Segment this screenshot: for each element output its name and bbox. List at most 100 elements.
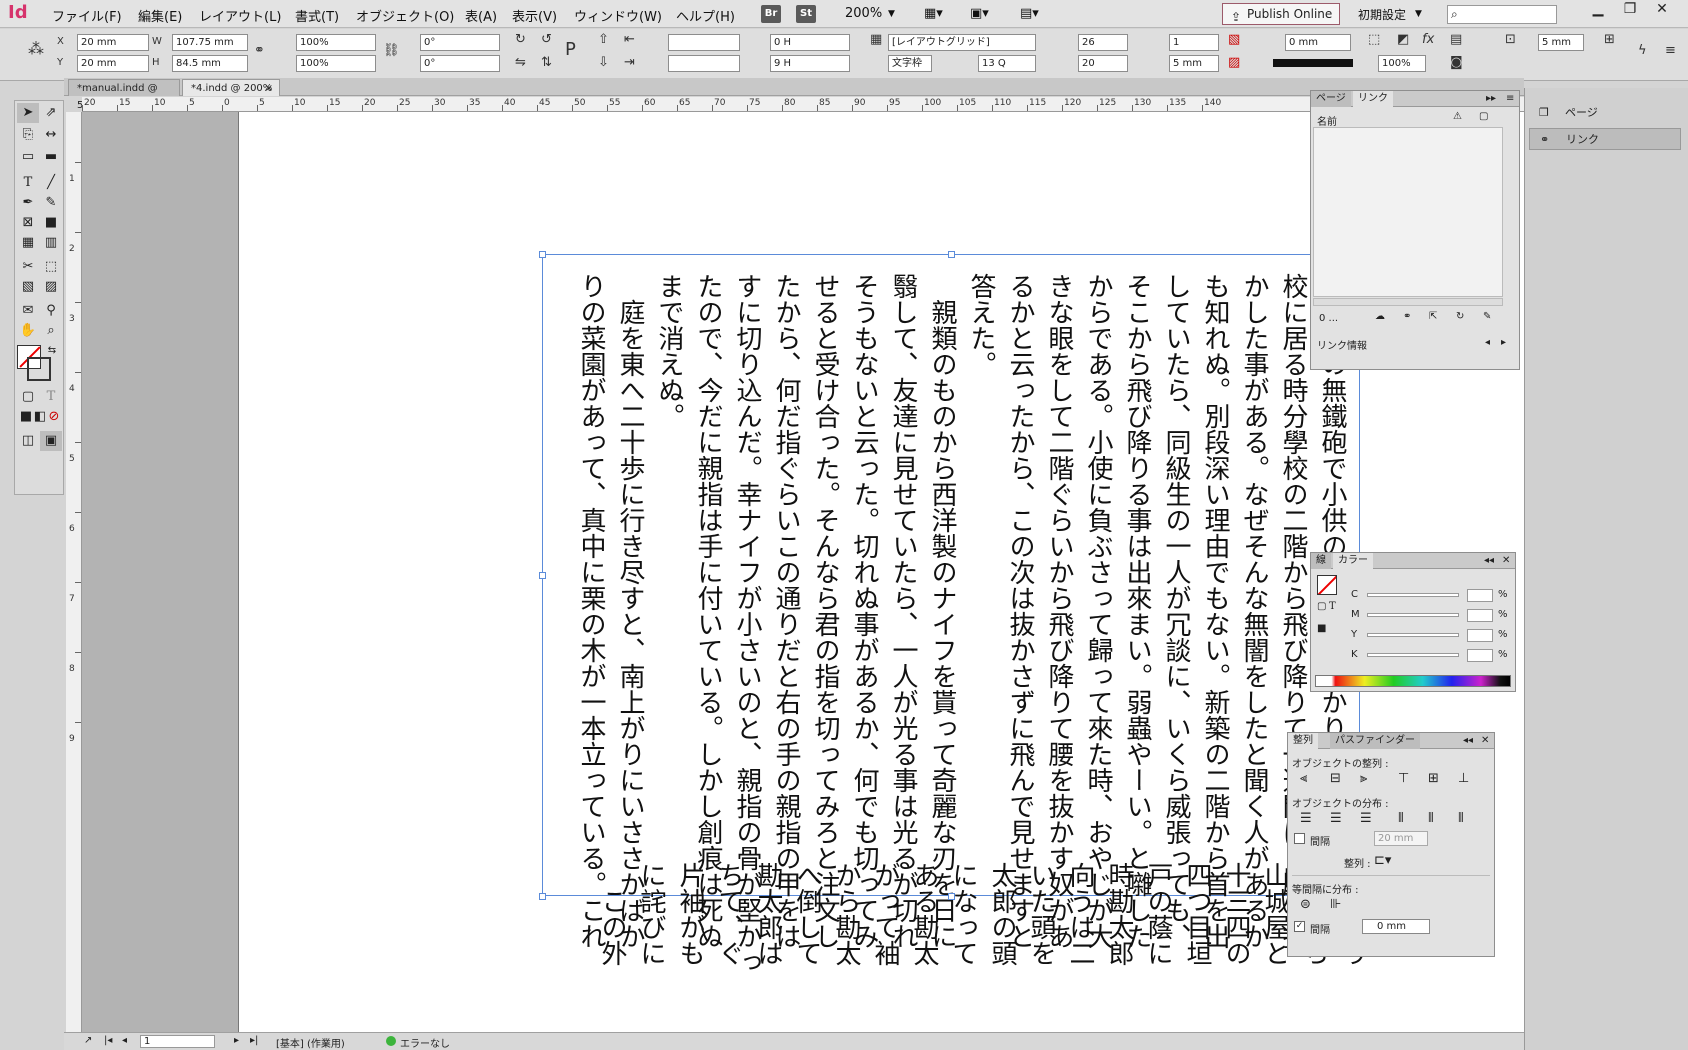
normal-view-icon[interactable]: ◫ (17, 431, 39, 451)
rotate-cw-icon[interactable]: ↻ (515, 32, 526, 47)
leading-top-field[interactable]: 0 H (770, 34, 850, 51)
columns-field[interactable]: 26 (1078, 34, 1128, 51)
tab-manual[interactable]: *manual.indd @ 50% × (68, 79, 180, 111)
m-value-field[interactable] (1467, 609, 1493, 622)
rows-field[interactable]: 1 (1169, 34, 1219, 51)
goto-link-icon[interactable]: ⇱ (1429, 311, 1437, 322)
preview-mode-icon[interactable]: ▣ (40, 431, 62, 451)
formatting-container-icon[interactable]: ▢ (17, 387, 39, 407)
edit-original-icon[interactable]: ✎ (1483, 311, 1491, 322)
dock-pages-button[interactable]: ❐ ページ (1529, 102, 1681, 124)
menu-help[interactable]: ヘルプ(H) (676, 6, 735, 25)
align-vcenter-icon[interactable]: ⊞ (1428, 771, 1439, 786)
swap-colors-icon[interactable]: ⇆ (41, 341, 63, 361)
align-left-icon[interactable]: ⫷ (1300, 771, 1307, 786)
prev-page-icon[interactable]: ◂ (122, 1035, 127, 1046)
dock-links-button[interactable]: ⚭ リンク (1529, 128, 1681, 150)
tab-links[interactable]: リンク (1353, 91, 1393, 107)
resize-handle[interactable] (539, 251, 546, 258)
last-page-icon[interactable]: ▸| (250, 1035, 258, 1046)
container-icon[interactable]: ▢ (1317, 601, 1326, 612)
close-icon[interactable]: × (265, 80, 273, 97)
chevron-down-icon[interactable]: ▼ (888, 9, 895, 19)
rotate-ccw-icon[interactable]: ↺ (541, 32, 552, 47)
width-field[interactable]: 107.75 mm (172, 34, 248, 51)
select-content-icon[interactable]: ⇩ (598, 55, 609, 70)
scale-x-field[interactable]: 100% (296, 34, 376, 51)
shear-field[interactable]: 0° (420, 55, 500, 72)
content-collector-icon[interactable]: ▭ (17, 147, 39, 167)
auto-fit-icon[interactable]: ⊞ (1604, 32, 1615, 47)
horizontal-scrollbar[interactable] (1313, 298, 1503, 306)
prev-link-icon[interactable]: ◂ (1485, 337, 1490, 348)
distribute-left-icon[interactable]: ⦀ (1398, 811, 1404, 826)
restore-button[interactable]: ❐ (1614, 0, 1646, 20)
x-position-field[interactable]: 20 mm (77, 34, 149, 51)
collapse-icon[interactable]: ▸▸ (1481, 91, 1501, 107)
page-tool-icon[interactable]: ⎘ (17, 125, 39, 145)
free-transform-tool-icon[interactable]: ⬚ (40, 257, 62, 277)
rectangle-tool-icon[interactable]: ■ (40, 213, 62, 233)
preflight-status[interactable]: エラーなし (400, 1035, 450, 1050)
distribute-top-icon[interactable]: ☰ (1300, 811, 1312, 826)
panel-menu-icon[interactable]: ≡ (1501, 91, 1519, 107)
screen-mode-icon[interactable]: ▣▾ (970, 6, 989, 21)
distribute-right-icon[interactable]: ⦀ (1458, 811, 1464, 826)
lines-field[interactable]: 20 (1078, 55, 1128, 72)
panel-menu-icon[interactable]: ≡ (1665, 43, 1676, 58)
type-tool-icon[interactable]: T (17, 173, 39, 193)
stock-button[interactable]: St (796, 5, 816, 23)
arrange-documents-icon[interactable]: ▤▾ (1020, 6, 1039, 21)
gutter-field[interactable]: 5 mm (1169, 55, 1219, 72)
minimize-button[interactable]: ▁ (1582, 0, 1614, 20)
scale-y-field[interactable]: 100% (296, 55, 376, 72)
links-list[interactable] (1313, 127, 1503, 297)
chevron-down-icon[interactable]: ▼ (1415, 9, 1422, 19)
drop-shadow-icon[interactable]: ◩ (1397, 32, 1409, 47)
space-after-field[interactable] (668, 55, 740, 72)
spacing2-field[interactable]: 0 mm (1362, 919, 1430, 934)
gradient-feather-tool-icon[interactable]: ▨ (40, 277, 62, 297)
distribute-bottom-icon[interactable]: ☰ (1360, 811, 1372, 826)
align-to-selection-icon[interactable]: ⊏▾ (1374, 853, 1391, 868)
select-container-icon[interactable]: ⇧ (598, 32, 609, 47)
text-icon[interactable]: T (1329, 601, 1336, 612)
lightning-icon[interactable]: ϟ (1638, 43, 1647, 58)
rectangle-frame-tool-icon[interactable]: ⊠ (17, 213, 39, 233)
stroke-weight-field[interactable]: 0 mm (1285, 34, 1351, 51)
publish-online-button[interactable]: ⇪ Publish Online (1222, 3, 1340, 25)
use-spacing2-checkbox[interactable]: ✓ (1294, 921, 1305, 932)
align-bottom-icon[interactable]: ⊥ (1458, 771, 1469, 786)
tab-pages[interactable]: ページ (1311, 91, 1351, 107)
distribute-hcenter-icon[interactable]: ⦀ (1428, 811, 1434, 826)
black-swatch-icon[interactable]: ■ (1317, 623, 1326, 634)
fill-swatch[interactable] (1317, 575, 1337, 595)
reference-point-icon[interactable]: ⁂ (28, 39, 44, 58)
constrain-link-icon[interactable]: ⚭ (254, 43, 265, 58)
grid-type-dropdown[interactable]: [レイアウトグリッド] (888, 34, 1036, 51)
text-frame[interactable]: 親譲りの無鐵砲で小供の時から損ばかりしている。小學校に居る時分學校の二階から飛び… (542, 254, 1360, 975)
close-icon[interactable]: ✕ (1476, 733, 1494, 749)
menu-type[interactable]: 書式(T) (295, 6, 339, 25)
c-value-field[interactable] (1467, 589, 1493, 602)
line-tool-icon[interactable]: ╱ (40, 173, 62, 193)
note-tool-icon[interactable]: ✉ (17, 301, 39, 321)
fill-frame-icon[interactable]: ◙ (1450, 55, 1463, 70)
tab-stroke[interactable]: 線 (1311, 553, 1331, 569)
color-ramp[interactable] (1315, 675, 1511, 687)
y-slider[interactable] (1367, 633, 1459, 637)
content-placer-icon[interactable]: ▬ (40, 147, 62, 167)
distribute-hspace-icon[interactable]: ⊪ (1330, 897, 1341, 912)
tab-color[interactable]: カラー (1333, 553, 1373, 569)
pen-tool-icon[interactable]: ✒ (17, 193, 39, 213)
align-hcenter-icon[interactable]: ⊟ (1330, 771, 1341, 786)
apply-none-icon[interactable]: ⊘ (43, 407, 65, 427)
bridge-button[interactable]: Br (761, 5, 781, 23)
opacity-field[interactable]: 100% (1378, 55, 1426, 72)
zoom-tool-icon[interactable]: ⌕ (40, 321, 62, 341)
effects-icon[interactable]: fx (1422, 32, 1434, 47)
stroke-none-icon[interactable]: ▨ (1228, 55, 1240, 70)
close-window-button[interactable]: ✕ (1646, 0, 1678, 20)
close-icon[interactable]: ✕ (1497, 553, 1515, 569)
master-page-field[interactable]: [基本] (作業用) (276, 1035, 345, 1050)
